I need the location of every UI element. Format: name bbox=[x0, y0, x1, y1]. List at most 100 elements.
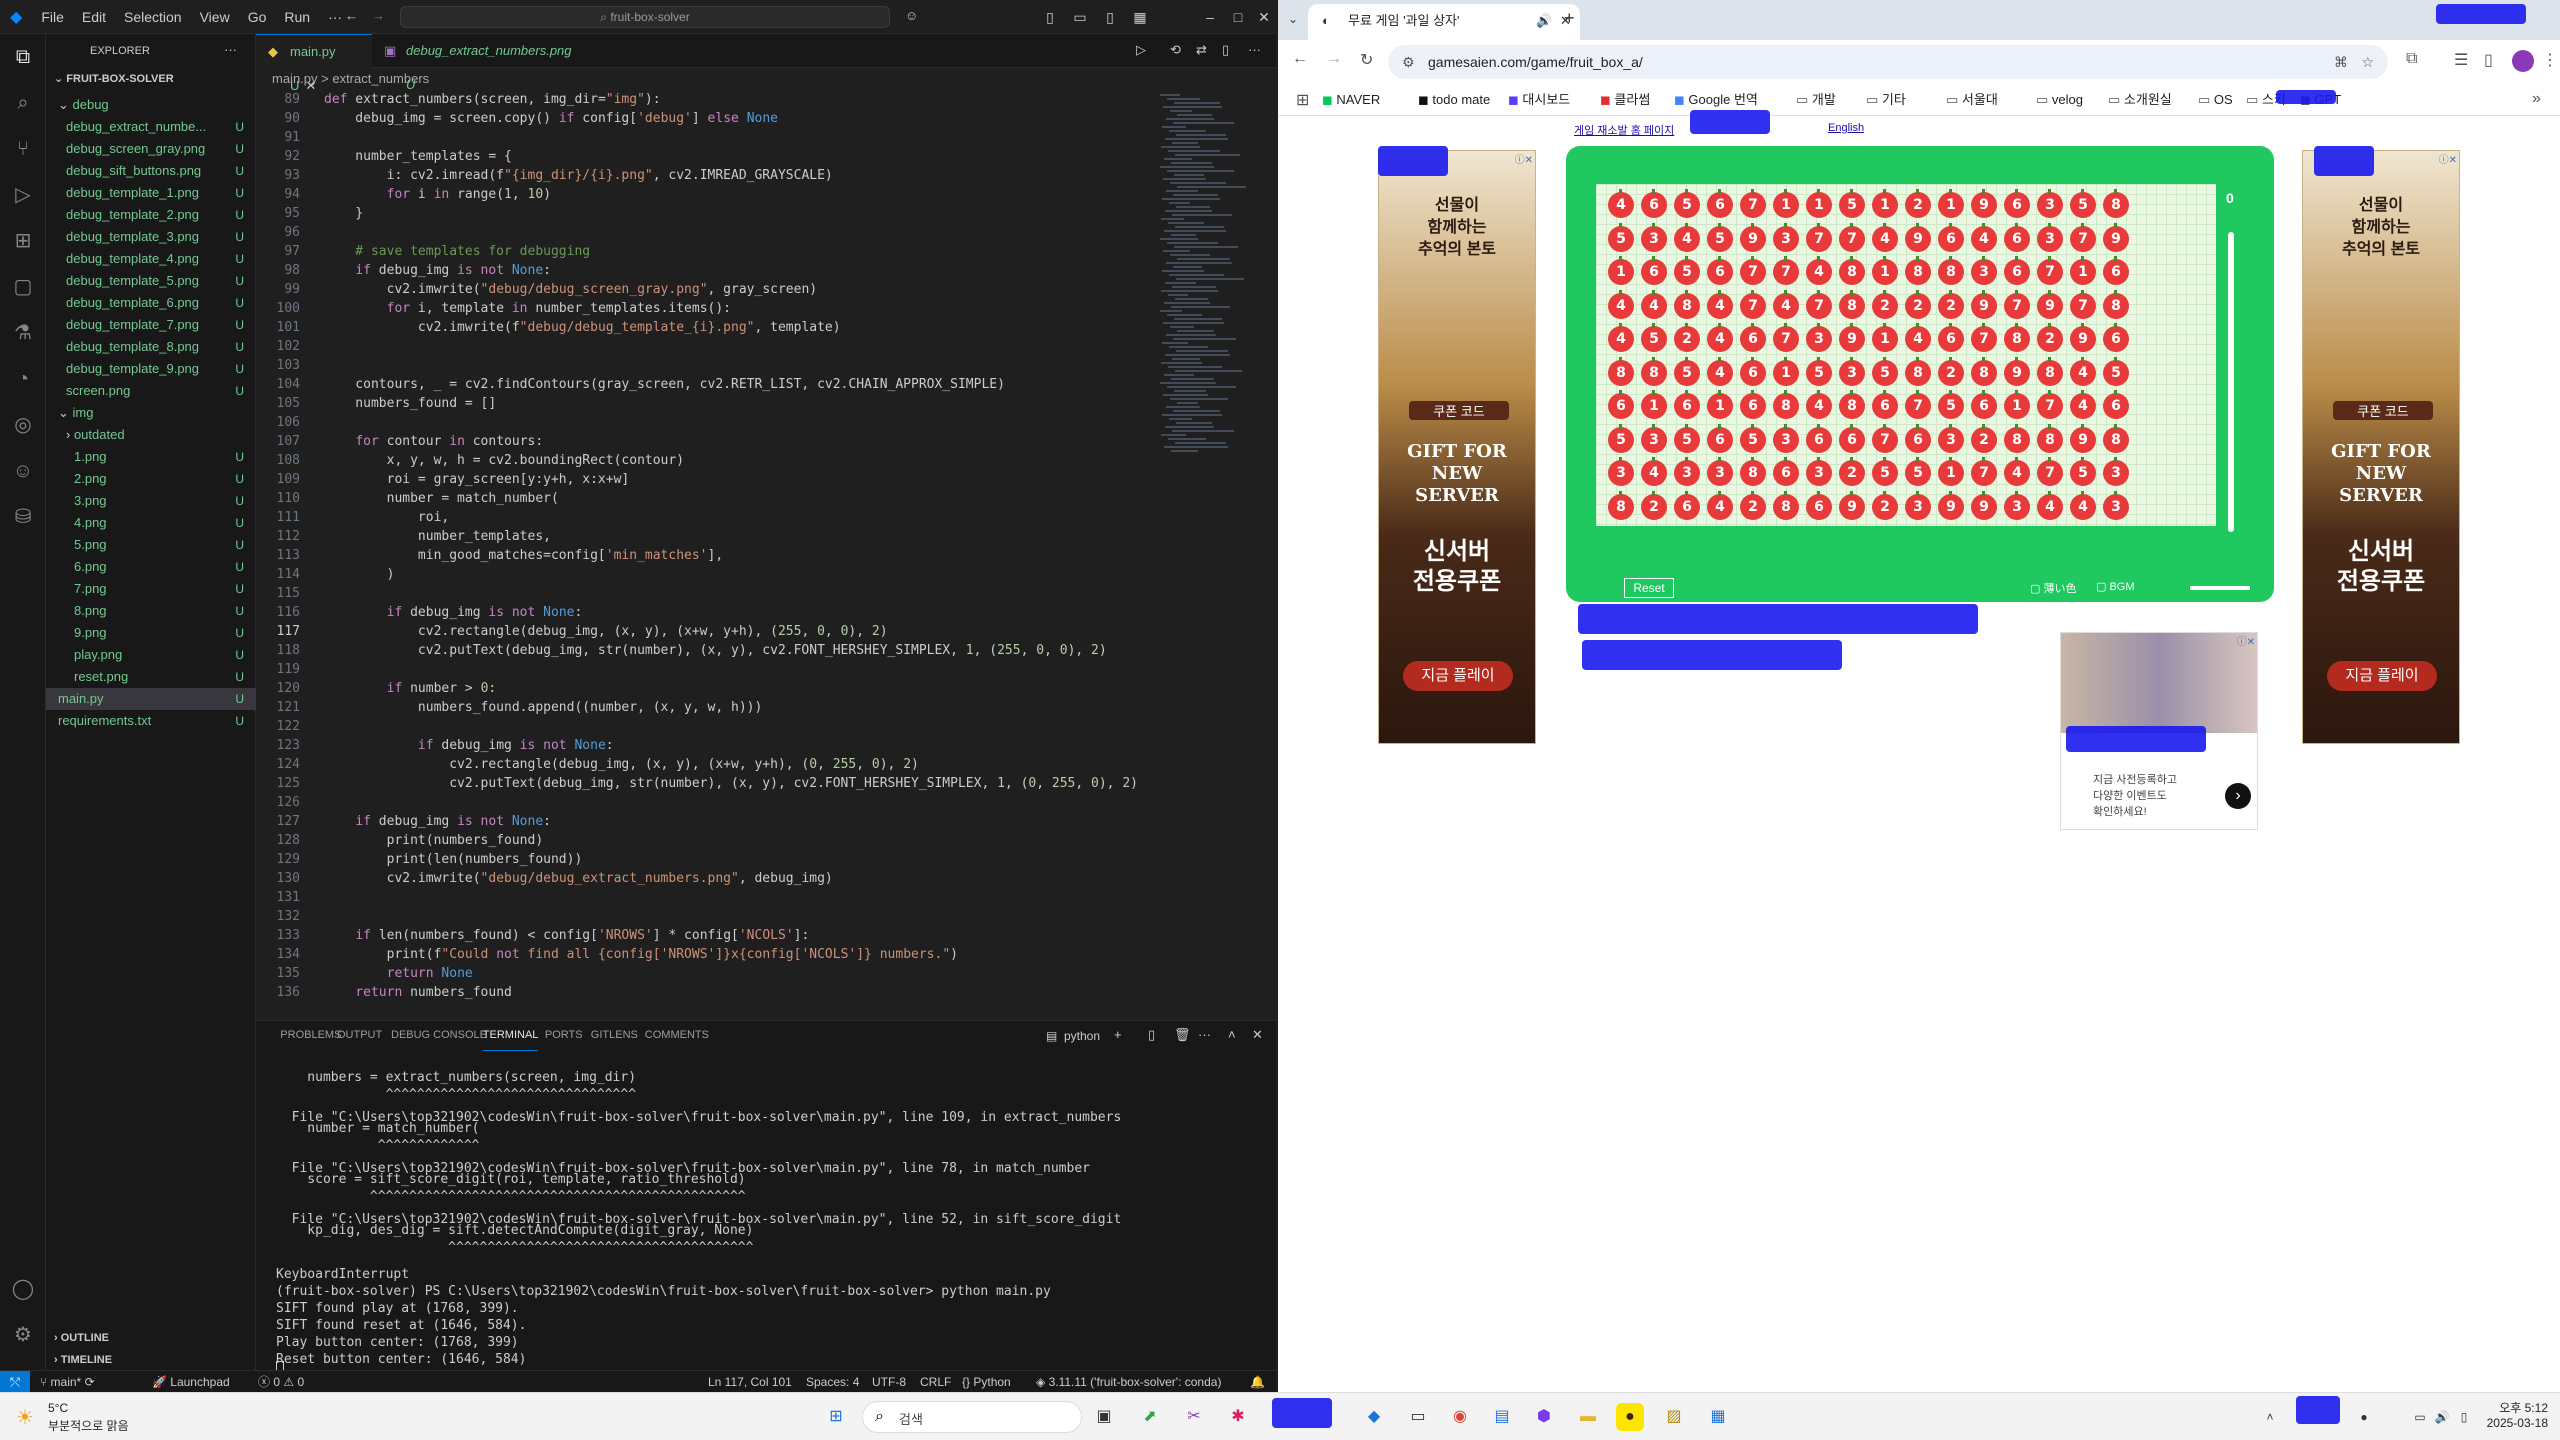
toggle-primary-sidebar-icon[interactable]: ▯ bbox=[1036, 6, 1064, 28]
apple-cell[interactable]: 6 bbox=[1674, 490, 1700, 520]
account-icon[interactable]: ◯ bbox=[8, 1274, 38, 1304]
apple-cell[interactable]: 7 bbox=[2037, 256, 2063, 285]
maximize-icon[interactable]: □ bbox=[1224, 6, 1252, 28]
menu-item[interactable]: View bbox=[191, 9, 239, 25]
taskbar-search[interactable]: ⌕ 검색 bbox=[862, 1401, 1082, 1433]
apple-cell[interactable]: 3 bbox=[1905, 490, 1931, 520]
apple-cell[interactable]: 9 bbox=[2070, 423, 2096, 453]
profile-avatar[interactable] bbox=[2512, 50, 2534, 72]
apple-cell[interactable]: 3 bbox=[1806, 457, 1832, 486]
apple-cell[interactable]: 3 bbox=[1674, 457, 1700, 486]
file-item[interactable]: screen.png U bbox=[46, 380, 256, 402]
apple-cell[interactable]: 4 bbox=[2070, 390, 2096, 419]
copilot-chat-icon[interactable]: ☺ bbox=[8, 456, 38, 486]
more-actions-icon[interactable]: ··· bbox=[1248, 42, 1261, 57]
apple-cell[interactable]: 2 bbox=[1905, 289, 1931, 319]
apple-cell[interactable]: 8 bbox=[1608, 490, 1634, 520]
panel-tab[interactable]: COMMENTS bbox=[645, 1029, 709, 1051]
run-debug-icon[interactable]: ▷ bbox=[8, 180, 38, 210]
more-actions-icon[interactable]: ··· bbox=[224, 42, 237, 57]
light-color-toggle[interactable]: ▢ 薄い色 bbox=[2030, 580, 2076, 596]
apple-cell[interactable]: 1 bbox=[1773, 189, 1799, 218]
indentation[interactable]: Spaces: 4 bbox=[806, 1371, 859, 1393]
apple-cell[interactable]: 9 bbox=[2037, 289, 2063, 319]
compare-icon[interactable]: ⇄ bbox=[1196, 42, 1207, 58]
apple-cell[interactable]: 4 bbox=[1707, 289, 1733, 319]
apple-cell[interactable]: 1 bbox=[1773, 356, 1799, 386]
file-item[interactable]: reset.png U bbox=[46, 666, 256, 688]
apple-cell[interactable]: 6 bbox=[1806, 423, 1832, 453]
apple-cell[interactable]: 5 bbox=[1641, 323, 1667, 352]
apple-cell[interactable]: 5 bbox=[1674, 423, 1700, 453]
problems-indicator[interactable]: ⓧ 0 ⚠ 0 bbox=[258, 1371, 304, 1393]
apple-cell[interactable]: 8 bbox=[1641, 356, 1667, 386]
ad-banner-left[interactable]: ⓘ✕ 선물이 함께하는 추억의 본토 쿠폰 코드 GIFT FOR NEW SE… bbox=[1378, 150, 1536, 744]
file-item[interactable]: 4.png U bbox=[46, 512, 256, 534]
file-item[interactable]: 5.png U bbox=[46, 534, 256, 556]
speaker-icon[interactable]: 🔊 bbox=[1536, 4, 1552, 38]
apple-cell[interactable]: 6 bbox=[1938, 323, 1964, 352]
terminal-shell-label[interactable]: python bbox=[1064, 1029, 1100, 1043]
apple-cell[interactable]: 3 bbox=[2037, 189, 2063, 218]
file-item[interactable]: debug_template_8.png U bbox=[46, 336, 256, 358]
tab-debug-extract-numbers[interactable]: ▣ debug_extract_numbers.png U bbox=[372, 34, 592, 92]
apple-cell[interactable]: 3 bbox=[1641, 222, 1667, 252]
apple-cell[interactable]: 5 bbox=[2070, 457, 2096, 486]
bookmark-star-icon[interactable]: ☆ bbox=[2361, 45, 2374, 79]
apple-cell[interactable]: 3 bbox=[1707, 457, 1733, 486]
file-item[interactable]: 2.png U bbox=[46, 468, 256, 490]
obsidian-taskbar-icon[interactable]: ⬢ bbox=[1530, 1403, 1558, 1431]
apple-cell[interactable]: 8 bbox=[1773, 390, 1799, 419]
ad-close-icon[interactable]: ⓘ✕ bbox=[1515, 151, 1533, 166]
apple-cell[interactable]: 4 bbox=[1608, 189, 1634, 218]
remote-indicator-icon[interactable]: ⤲ bbox=[0, 1371, 30, 1393]
panel-tab[interactable]: TERMINAL bbox=[482, 1029, 539, 1051]
kill-terminal-icon[interactable]: 🗑 bbox=[1174, 1027, 1191, 1043]
encoding[interactable]: UTF-8 bbox=[872, 1371, 906, 1393]
apple-cell[interactable]: 2 bbox=[1641, 490, 1667, 520]
apple-cell[interactable]: 3 bbox=[1971, 256, 1997, 285]
project-folder[interactable]: ⌄ FRUIT-BOX-SOLVER bbox=[54, 72, 174, 85]
more-actions-icon[interactable]: ··· bbox=[1198, 1027, 1211, 1042]
apple-cell[interactable]: 6 bbox=[2004, 256, 2030, 285]
apple-cell[interactable]: 2 bbox=[1839, 457, 1865, 486]
apple-cell[interactable]: 5 bbox=[1872, 356, 1898, 386]
apple-cell[interactable]: 6 bbox=[1938, 222, 1964, 252]
apple-cell[interactable]: 9 bbox=[1839, 323, 1865, 352]
apple-cell[interactable]: 4 bbox=[1707, 356, 1733, 386]
apple-cell[interactable]: 5 bbox=[1839, 189, 1865, 218]
menu-item[interactable]: Edit bbox=[73, 9, 115, 25]
apple-cell[interactable]: 5 bbox=[2070, 189, 2096, 218]
apple-cell[interactable]: 4 bbox=[1773, 289, 1799, 319]
toggle-secondary-sidebar-icon[interactable]: ▯ bbox=[1096, 6, 1124, 28]
file-item[interactable]: 8.png U bbox=[46, 600, 256, 622]
apple-cell[interactable]: 2 bbox=[1938, 356, 1964, 386]
apple-cell[interactable]: 4 bbox=[2070, 356, 2096, 386]
apple-cell[interactable]: 4 bbox=[1806, 390, 1832, 419]
apple-cell[interactable]: 7 bbox=[1872, 423, 1898, 453]
maximize-panel-icon[interactable]: ˄ bbox=[1228, 1027, 1236, 1042]
line-ending[interactable]: CRLF bbox=[920, 1371, 951, 1393]
apple-cell[interactable]: 2 bbox=[1872, 289, 1898, 319]
ad-play-button[interactable]: 지금 플레이 bbox=[1403, 661, 1513, 691]
ad-next-icon[interactable]: › bbox=[2225, 783, 2251, 809]
file-item[interactable]: 6.png U bbox=[46, 556, 256, 578]
close-panel-icon[interactable]: ✕ bbox=[1252, 1027, 1263, 1043]
apple-cell[interactable]: 9 bbox=[1905, 222, 1931, 252]
apple-cell[interactable]: 7 bbox=[1740, 189, 1766, 218]
apple-cell[interactable]: 6 bbox=[1773, 457, 1799, 486]
apple-cell[interactable]: 1 bbox=[2070, 256, 2096, 285]
apple-cell[interactable]: 6 bbox=[1641, 256, 1667, 285]
apple-cell[interactable]: 4 bbox=[1608, 323, 1634, 352]
apple-cell[interactable]: 4 bbox=[2037, 490, 2063, 520]
show-hidden-icons[interactable]: ˄ bbox=[2256, 1403, 2284, 1431]
file-item[interactable]: 3.png U bbox=[46, 490, 256, 512]
bookmark-item[interactable]: ▭ 서울대 bbox=[1946, 84, 1998, 116]
apple-cell[interactable]: 5 bbox=[2103, 356, 2129, 386]
apple-cell[interactable]: 6 bbox=[1608, 390, 1634, 419]
apple-cell[interactable]: 1 bbox=[1872, 256, 1898, 285]
apple-cell[interactable]: 5 bbox=[1608, 423, 1634, 453]
apple-cell[interactable]: 1 bbox=[1872, 323, 1898, 352]
clock[interactable]: 오후 5:12 2025-03-18 bbox=[2476, 1399, 2548, 1430]
apple-cell[interactable]: 4 bbox=[1641, 457, 1667, 486]
